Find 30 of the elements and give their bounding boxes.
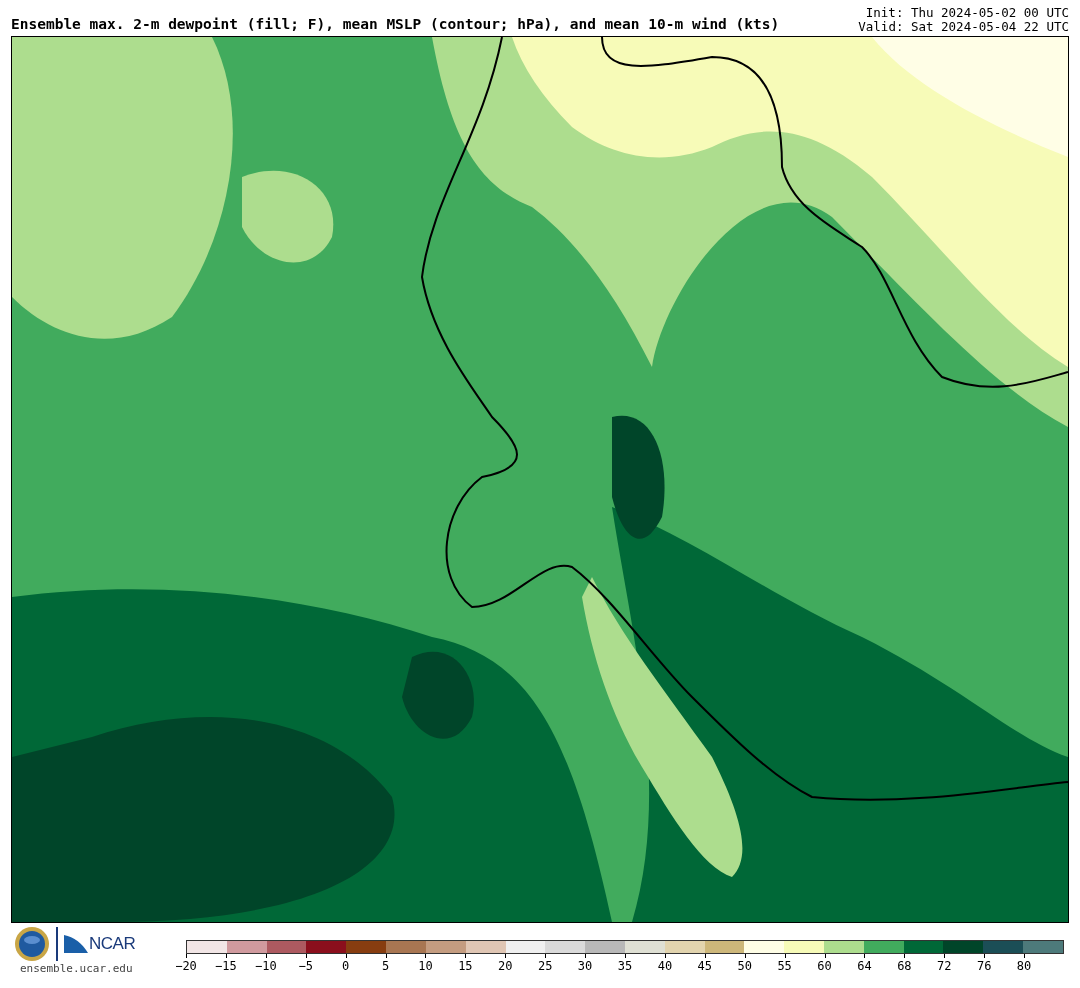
tick-label: 5 bbox=[365, 954, 406, 973]
tick-label: −10 bbox=[245, 954, 286, 973]
tick-label: 60 bbox=[804, 954, 845, 973]
tick-label: −15 bbox=[205, 954, 246, 973]
tick-label: 45 bbox=[684, 954, 725, 973]
tick-label: 35 bbox=[605, 954, 645, 973]
swoosh-icon bbox=[64, 935, 88, 953]
tick-label: 55 bbox=[764, 954, 805, 973]
tick-label: 50 bbox=[724, 954, 765, 973]
tick-label: 15 bbox=[445, 954, 486, 973]
logo-text: NCAR bbox=[89, 934, 136, 954]
chart-title: Ensemble max. 2-m dewpoint (fill; F), mean MSLP (contour; hPa), and mean 10-m wind (kts) bbox=[11, 16, 780, 34]
tick-label: 80 bbox=[1004, 954, 1045, 973]
globe-seal-icon bbox=[14, 926, 50, 962]
tick-label: 40 bbox=[644, 954, 685, 973]
site-url: ensemble.ucar.edu bbox=[20, 962, 133, 975]
init-time: Init: Thu 2024-05-02 00 UTC bbox=[865, 6, 1069, 20]
tick-label: 10 bbox=[405, 954, 446, 973]
tick-label: 30 bbox=[565, 954, 606, 973]
tick-label: 68 bbox=[884, 954, 925, 973]
tick-label: 25 bbox=[525, 954, 566, 973]
valid-time: Valid: Sat 2024-05-04 22 UTC bbox=[858, 20, 1069, 34]
divider-line bbox=[56, 927, 58, 961]
tick-label: −20 bbox=[166, 954, 206, 973]
tick-label: −5 bbox=[285, 954, 326, 973]
tick-label: 0 bbox=[325, 954, 366, 973]
tick-label: 64 bbox=[844, 954, 885, 973]
tick-label: 76 bbox=[964, 954, 1005, 973]
tick-label: 20 bbox=[485, 954, 526, 973]
tick-label: 72 bbox=[924, 954, 965, 973]
